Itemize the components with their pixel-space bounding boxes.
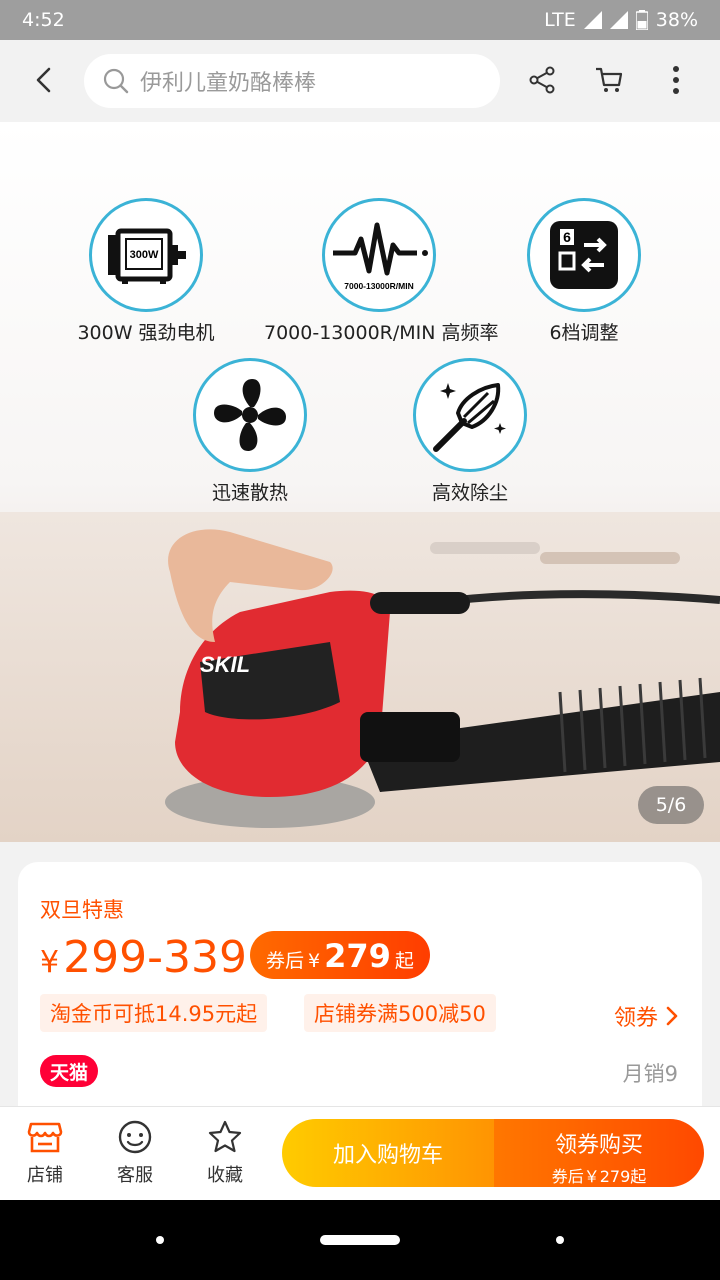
coupon-price-currency: ¥ [308, 950, 321, 972]
product-photo: SKIL [0, 512, 720, 842]
feature-circle [193, 358, 307, 472]
more-vertical-icon [673, 66, 679, 94]
nav-home-pill[interactable] [320, 1235, 400, 1245]
coupon-price-suffix: 起 [394, 950, 414, 972]
status-right: LTE 38% [544, 9, 698, 31]
bottom-action-bar: 店铺 客服 收藏 加入购物车 领券购买 券后￥279起 [0, 1106, 720, 1200]
chevron-right-icon [666, 1006, 678, 1026]
speed-badge-text: 6 [563, 229, 571, 245]
get-coupon-link[interactable]: 领券 [614, 1000, 678, 1032]
cart-button[interactable] [591, 62, 627, 98]
image-counter: 5/6 [638, 786, 704, 824]
nav-recents-dot[interactable] [556, 1236, 564, 1244]
feature-label: 高效除尘 [431, 482, 508, 504]
store-icon [27, 1122, 63, 1153]
signal-icon [583, 11, 602, 29]
coupon-price-badge: 券后 ¥ 279 起 [250, 931, 430, 979]
feature-speed: 6 6档调整 [514, 198, 654, 345]
speed-adjust-icon: 6 [550, 221, 618, 289]
promo-tag: 双旦特惠 [40, 898, 124, 922]
tab-favorite[interactable]: 收藏 [190, 1117, 260, 1187]
price-range: ¥ 299-339 [40, 932, 247, 983]
customer-service-icon [118, 1120, 152, 1154]
get-coupon-label: 领券 [613, 1006, 658, 1031]
tab-label: 收藏 [207, 1165, 243, 1186]
signal-icon-2 [609, 11, 628, 29]
feature-label: 7000-13000R/MIN 高频率 [264, 322, 499, 344]
star-icon [208, 1120, 242, 1153]
back-button[interactable] [26, 62, 62, 98]
feature-circle: 6 [527, 198, 641, 312]
search-bar[interactable]: 伊利儿童奶酪棒棒 [84, 54, 500, 108]
search-icon [103, 68, 129, 94]
product-image-carousel[interactable]: 300W 300W 强劲电机 7000-13000R/MIN 7000-1300… [0, 122, 720, 842]
buy-with-coupon-button[interactable]: 领券购买 券后￥279起 [494, 1119, 704, 1187]
motor-icon: 300W [108, 228, 186, 284]
share-icon [529, 66, 555, 94]
battery-icon [635, 10, 648, 30]
chip-taojinbi[interactable]: 淘金币可抵14.95元起 [40, 994, 268, 1032]
feature-label: 迅速散热 [211, 482, 288, 504]
coupon-price-prefix: 券后 [266, 950, 305, 972]
feature-label: 6档调整 [549, 322, 619, 344]
screen: 4:52 LTE 38% 伊利儿童奶酪棒棒 300W 300W 强劲电机 700… [0, 0, 720, 1280]
top-nav: 伊利儿童奶酪棒棒 [0, 40, 720, 122]
fan-icon [214, 379, 286, 451]
feature-dust: 高效除尘 [400, 358, 540, 505]
chip-store-coupon[interactable]: 店铺券满500减50 [304, 994, 496, 1032]
duster-icon [433, 383, 506, 452]
tab-label: 店铺 [27, 1165, 63, 1186]
system-nav-bar [0, 1200, 720, 1280]
nav-back-dot[interactable] [156, 1236, 164, 1244]
status-time: 4:52 [22, 9, 65, 31]
search-placeholder: 伊利儿童奶酪棒棒 [140, 71, 317, 96]
status-bar: 4:52 LTE 38% [0, 0, 720, 40]
coupon-price-amount: 279 [324, 937, 391, 975]
battery-level: 38% [655, 9, 698, 31]
tmall-badge: 天猫 [40, 1055, 99, 1087]
feature-circle: 300W [89, 198, 203, 312]
price-currency: ¥ [40, 945, 60, 980]
tab-label: 客服 [117, 1165, 153, 1186]
price-value: 299-339 [63, 932, 247, 983]
feature-circle [413, 358, 527, 472]
tab-store[interactable]: 店铺 [10, 1117, 80, 1187]
feature-circle: 7000-13000R/MIN [322, 198, 436, 312]
waveform-icon: 7000-13000R/MIN [333, 222, 428, 291]
back-arrow-icon [36, 67, 51, 93]
network-type: LTE [544, 9, 576, 31]
cart-icon [596, 67, 623, 92]
motor-badge-text: 300W [130, 249, 159, 261]
more-button[interactable] [658, 62, 694, 98]
buy-button-subtitle: 券后￥279起 [551, 1167, 647, 1186]
feature-cooling: 迅速散热 [180, 358, 320, 505]
monthly-sales: 月销9 [622, 1062, 678, 1086]
rpm-badge-text: 7000-13000R/MIN [344, 281, 413, 291]
feature-motor: 300W 300W 强劲电机 [76, 198, 216, 345]
feature-label: 300W 强劲电机 [77, 322, 215, 344]
share-button[interactable] [524, 62, 560, 98]
feature-rpm: 7000-13000R/MIN 7000-13000R/MIN 高频率 [264, 198, 499, 345]
buy-button-title: 领券购买 [554, 1133, 643, 1158]
tab-customer-service[interactable]: 客服 [100, 1117, 170, 1187]
brand-logo: SKIL [200, 652, 250, 677]
add-to-cart-button[interactable]: 加入购物车 [282, 1119, 494, 1187]
